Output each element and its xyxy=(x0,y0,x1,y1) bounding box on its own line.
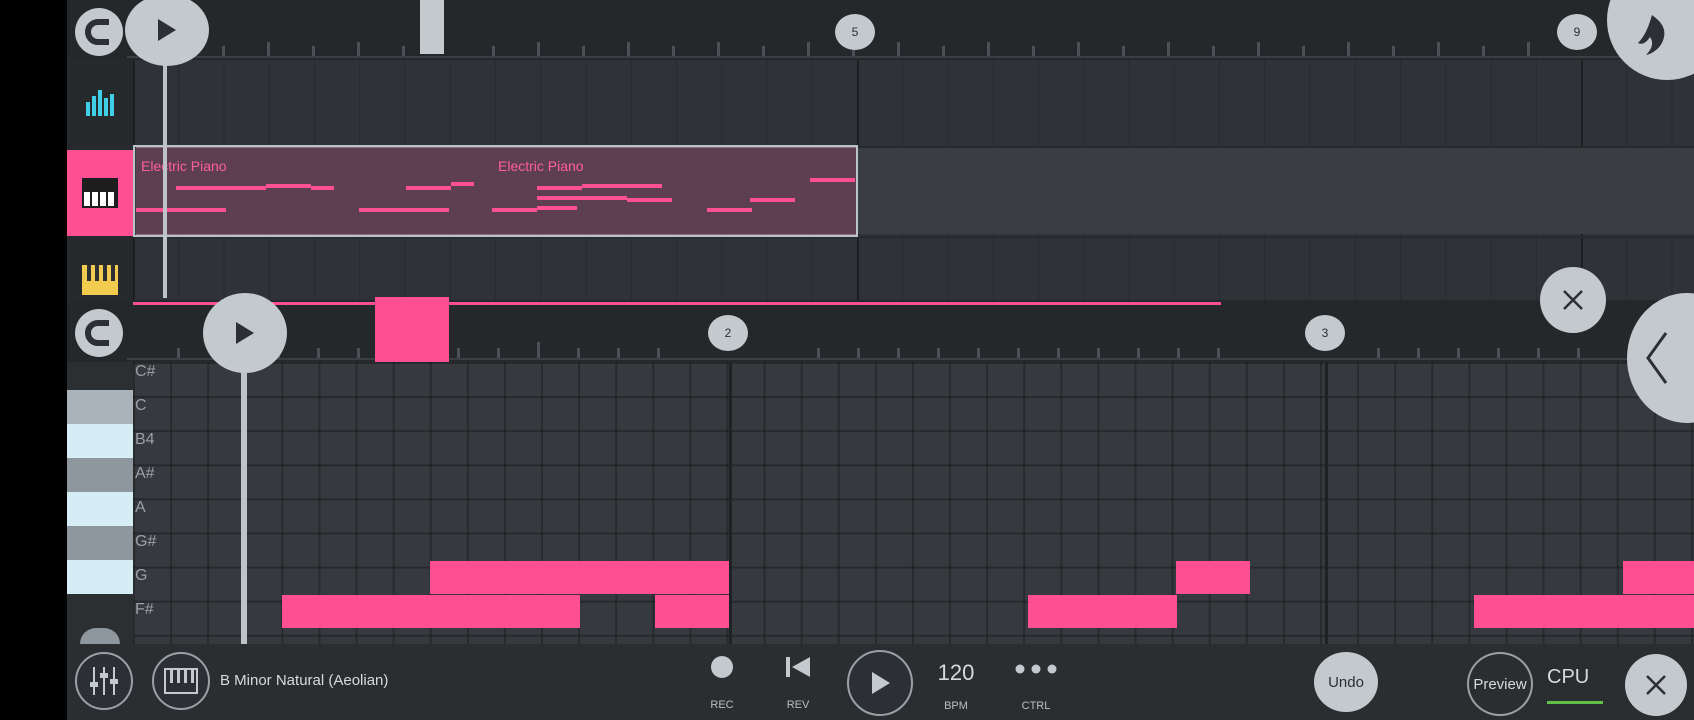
piano-roll-playhead[interactable] xyxy=(241,335,247,647)
midi-note[interactable] xyxy=(1176,561,1250,594)
rewind-button[interactable] xyxy=(779,650,817,684)
piano-roll-play-button[interactable] xyxy=(203,293,287,373)
bar-marker-9: 9 xyxy=(1557,14,1597,50)
close-icon xyxy=(1646,675,1666,695)
fl-studio-mobile-app: 5 9 Electric Piano Electric Piano 2 3 C#… xyxy=(67,0,1694,720)
midi-note[interactable] xyxy=(1028,595,1177,628)
main-play-button[interactable] xyxy=(847,650,913,716)
rewind-icon xyxy=(786,657,810,677)
play-icon xyxy=(872,672,890,694)
close-icon xyxy=(1563,290,1583,310)
bar-marker-5: 5 xyxy=(835,14,875,50)
play-icon xyxy=(158,19,176,41)
scale-selector[interactable]: B Minor Natural (Aeolian) xyxy=(220,672,388,689)
fl-logo-icon xyxy=(1638,15,1665,55)
cpu-meter-label[interactable]: CPU xyxy=(1547,666,1589,689)
close-button[interactable] xyxy=(1625,654,1687,716)
mixer-view-button[interactable] xyxy=(67,60,133,144)
tempo-label: BPM xyxy=(944,700,968,712)
midi-note[interactable] xyxy=(1623,561,1694,594)
note-label: C xyxy=(135,397,147,414)
note-label: A xyxy=(135,499,146,516)
piano-keys-icon xyxy=(164,668,198,694)
bar-marker-3: 3 xyxy=(1305,315,1345,351)
playlist-sidebar xyxy=(67,60,133,300)
note-label: C# xyxy=(135,363,156,380)
selected-clip-outline xyxy=(133,145,858,237)
piano-roll-track-button[interactable] xyxy=(67,150,133,236)
bottom-toolbar: B Minor Natural (Aeolian) REC REV 120 BP… xyxy=(67,644,1694,720)
mixer-button[interactable] xyxy=(75,652,133,710)
magnet-icon xyxy=(85,19,109,45)
playlist-position-marker[interactable] xyxy=(420,0,444,54)
rewind-label: REV xyxy=(786,699,810,711)
note-label: G# xyxy=(135,533,157,550)
more-dots-icon xyxy=(1015,664,1057,674)
playlist-pianoroll-divider[interactable] xyxy=(133,302,1221,305)
control-label: CTRL xyxy=(1021,700,1051,712)
midi-note[interactable] xyxy=(655,595,729,628)
tempo-value[interactable]: 120 xyxy=(929,660,983,686)
cpu-meter-bar xyxy=(1547,701,1603,704)
note-label: G xyxy=(135,567,148,584)
mixer-sliders-icon xyxy=(90,667,118,695)
piano-keys-icon xyxy=(82,178,118,208)
instrument-button[interactable] xyxy=(152,652,210,710)
record-icon xyxy=(711,656,733,678)
piano-roll-ruler[interactable]: 2 3 xyxy=(67,300,1694,362)
record-button[interactable] xyxy=(704,650,740,684)
midi-note[interactable] xyxy=(1474,595,1694,628)
piano-keyboard[interactable] xyxy=(67,362,133,644)
undo-button[interactable]: Undo xyxy=(1314,652,1378,712)
bar-marker-2: 2 xyxy=(708,315,748,351)
record-label: REC xyxy=(710,699,734,711)
note-label: A# xyxy=(135,465,155,482)
piano-keys-icon xyxy=(82,265,118,295)
piano-roll-snap-button[interactable] xyxy=(75,309,123,357)
playlist-playhead[interactable] xyxy=(163,30,167,298)
loop-region-handle[interactable] xyxy=(375,297,449,362)
magnet-icon xyxy=(85,320,109,346)
note-label: B4 xyxy=(135,431,155,448)
play-icon xyxy=(236,322,254,344)
ruler-baseline xyxy=(127,56,1694,58)
mixer-bars-icon xyxy=(86,90,114,116)
chevron-left-icon xyxy=(1646,332,1668,384)
note-label: F# xyxy=(135,601,154,618)
playlist-ruler[interactable]: 5 9 xyxy=(67,0,1694,60)
close-piano-roll-button[interactable] xyxy=(1540,267,1606,333)
midi-note[interactable] xyxy=(430,561,729,594)
playlist-snap-button[interactable] xyxy=(75,8,123,56)
control-button[interactable] xyxy=(1013,654,1059,684)
preview-button[interactable]: Preview xyxy=(1467,652,1533,716)
midi-note[interactable] xyxy=(282,595,580,628)
